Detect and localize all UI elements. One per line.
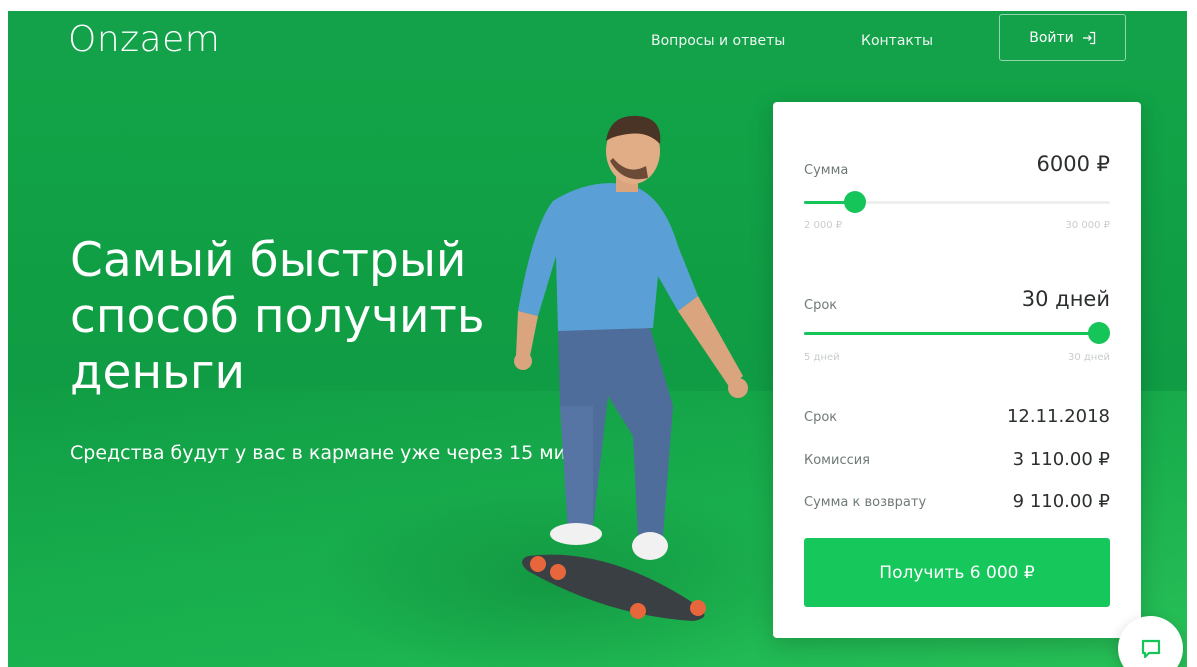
logo[interactable]: Onzaem (68, 19, 220, 60)
term-slider-fill (804, 332, 1110, 335)
term-value: 30 дней (1021, 287, 1110, 311)
summary-commission-value: 3 110.00 ₽ (1012, 449, 1110, 470)
nav-link-faq[interactable]: Вопросы и ответы (651, 33, 785, 49)
skateboarder-illustration (514, 115, 748, 621)
term-label: Срок (804, 298, 838, 313)
site-header: Onzaem Вопросы и ответы Контакты Войти (8, 11, 1187, 79)
summary-date-label: Срок (804, 410, 838, 425)
chat-bubble-icon (1141, 639, 1160, 658)
amount-slider-thumb[interactable] (843, 191, 866, 213)
term-slider-thumb[interactable] (1088, 322, 1110, 344)
amount-min: 2 000 ₽ (804, 220, 843, 231)
hero-title: Самый быстрый способ получить деньги (70, 233, 540, 401)
amount-value: 6000 ₽ (1036, 152, 1110, 176)
amount-max: 30 000 ₽ (1065, 220, 1110, 231)
loan-calculator-card: Сумма 6000 ₽ 2 000 ₽ 30 000 ₽ Срок 30 дн… (773, 102, 1141, 638)
term-slider[interactable] (804, 322, 1110, 344)
amount-label: Сумма (804, 163, 849, 178)
summary-total-value: 9 110.00 ₽ (1012, 491, 1110, 512)
hero-title-line: способ получить (70, 289, 485, 344)
term-min: 5 дней (804, 352, 840, 363)
skateboard (522, 554, 706, 621)
login-label: Войти (1029, 29, 1074, 46)
login-arrow-icon (1082, 31, 1095, 44)
page-frame: Onzaem Вопросы и ответы Контакты Войти С… (8, 11, 1187, 667)
get-money-button[interactable]: Получить 6 000 ₽ (804, 538, 1110, 607)
nav-link-contacts[interactable]: Контакты (861, 33, 933, 49)
amount-slider[interactable] (804, 191, 1110, 213)
hero-title-line: Самый быстрый (70, 233, 467, 288)
summary-total-label: Сумма к возврату (804, 495, 927, 510)
summary-date-value: 12.11.2018 (1006, 406, 1110, 427)
login-button[interactable]: Войти (999, 14, 1126, 61)
hero-title-line: деньги (70, 345, 246, 400)
term-max: 30 дней (1067, 352, 1110, 363)
amount-slider-fill (804, 201, 847, 204)
summary-commission-label: Комиссия (804, 453, 871, 468)
